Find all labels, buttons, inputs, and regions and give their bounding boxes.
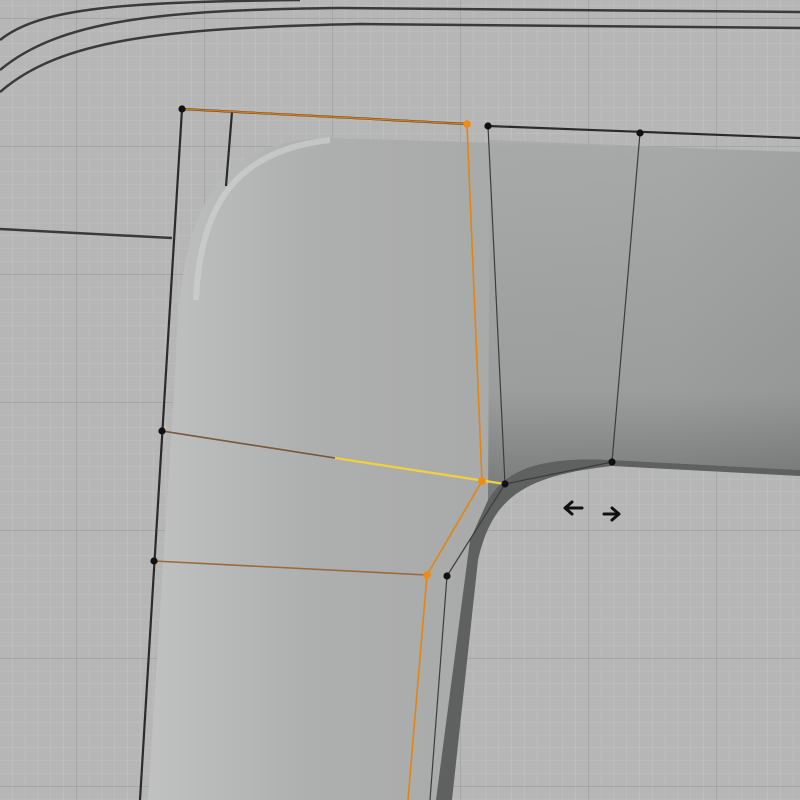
vertex[interactable]: [158, 427, 166, 435]
vertex-selected[interactable]: [463, 120, 471, 128]
vertex[interactable]: [178, 105, 186, 113]
vertex[interactable]: [150, 557, 158, 565]
horizontal-resize-arrows-icon: [560, 494, 624, 526]
vertex[interactable]: [443, 572, 451, 580]
viewport-canvas[interactable]: [0, 0, 800, 800]
vertex-selected[interactable]: [423, 571, 431, 579]
3d-viewport[interactable]: [0, 0, 800, 800]
vertex[interactable]: [484, 122, 492, 130]
vertex-selected[interactable]: [478, 477, 486, 485]
vertex[interactable]: [501, 480, 509, 488]
vertex[interactable]: [608, 458, 616, 466]
vertex[interactable]: [636, 129, 644, 137]
